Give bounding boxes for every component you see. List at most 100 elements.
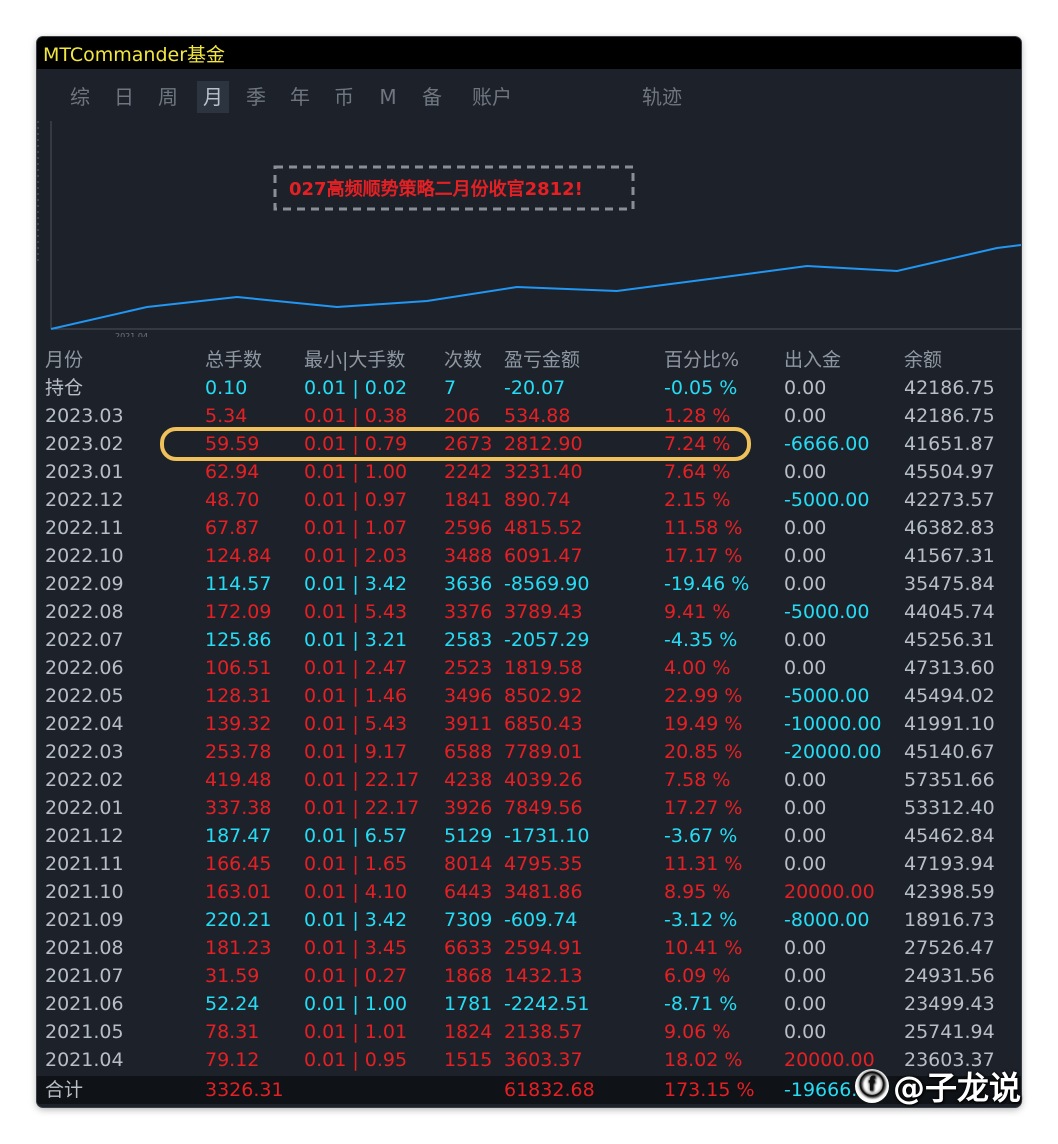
cell-minmax: 0.01 | 5.43: [304, 601, 408, 623]
cell-count: 7: [444, 377, 457, 399]
cell-balance: 57351.66: [904, 769, 995, 791]
annotation-text: 027高频顺势策略二月份收官2812!: [289, 178, 583, 200]
cell-lots: 52.24: [205, 993, 260, 1015]
header-io: 出入金: [784, 349, 842, 371]
balance-chart-svg: 2021.04027高频顺势策略二月份收官2812!: [37, 121, 1021, 341]
cell-count: 2673: [444, 433, 493, 455]
table-row: 2022.07 125.86 0.01 | 3.21 2583 -2057.29 -4.3…: [37, 626, 1021, 654]
cell-pl: 2812.90: [504, 433, 583, 455]
cell-minmax: 0.01 | 9.17: [304, 741, 408, 763]
balance-trend-line: [50, 244, 1021, 330]
table-row: 2022.01 337.38 0.01 | 22.17 3926 7849.56 17.2…: [37, 794, 1021, 822]
cell-balance: 42398.59: [904, 881, 995, 903]
cell-pl: 3481.86: [504, 881, 583, 903]
total-pl: 61832.68: [504, 1079, 595, 1101]
cell-io: -5000.00: [784, 489, 870, 511]
cell-balance: 42186.75: [904, 377, 995, 399]
cell-pl: 6850.43: [504, 713, 583, 735]
cell-lots: 337.38: [205, 797, 272, 819]
total-io: -19666.: [784, 1079, 858, 1101]
cell-pct: -3.12 %: [664, 909, 738, 931]
cell-minmax: 0.01 | 2.03: [304, 545, 408, 567]
cell-minmax: 0.01 | 1.46: [304, 685, 408, 707]
tab-8[interactable]: 备: [419, 81, 445, 113]
cell-pct: 17.27 %: [664, 797, 743, 819]
cell-pct: 19.49 %: [664, 713, 743, 735]
header-lots: 总手数: [205, 349, 263, 371]
cell-pl: -1731.10: [504, 825, 590, 847]
cell-pct: 10.41 %: [664, 937, 743, 959]
cell-pl: 2594.91: [504, 937, 583, 959]
cell-minmax: 0.01 | 1.00: [304, 461, 408, 483]
tab-0[interactable]: 综: [67, 81, 93, 113]
tab-6[interactable]: 币: [331, 81, 357, 113]
cell-lots: 5.34: [205, 405, 248, 427]
cell-count: 2596: [444, 517, 493, 539]
cell-month: 持仓: [45, 377, 84, 399]
cell-io: 0.00: [784, 405, 827, 427]
cell-pct: 22.99 %: [664, 685, 743, 707]
tab-7[interactable]: M: [375, 81, 401, 113]
cell-minmax: 0.01 | 22.17: [304, 797, 420, 819]
cell-pct: 9.06 %: [664, 1021, 731, 1043]
cell-count: 8014: [444, 853, 493, 875]
cell-io: 0.00: [784, 629, 827, 651]
cell-pct: 7.24 %: [664, 433, 731, 455]
cell-lots: 163.01: [205, 881, 272, 903]
cell-io: 0.00: [784, 937, 827, 959]
tab-5[interactable]: 年: [287, 81, 313, 113]
cell-minmax: 0.01 | 0.38: [304, 405, 408, 427]
cell-io: 0.00: [784, 797, 827, 819]
cell-pct: 11.31 %: [664, 853, 743, 875]
table-row: 2021.06 52.24 0.01 | 1.00 1781 -2242.51 -8.71…: [37, 990, 1021, 1018]
cell-balance: 23499.43: [904, 993, 995, 1015]
cell-minmax: 0.01 | 3.42: [304, 573, 408, 595]
table-row: 2021.12 187.47 0.01 | 6.57 5129 -1731.10 -3.6…: [37, 822, 1021, 850]
cell-pl: 534.88: [504, 405, 571, 427]
watermark-text: @子龙说: [893, 1069, 1022, 1107]
cell-month: 2022.07: [45, 629, 124, 651]
cell-minmax: 0.01 | 3.21: [304, 629, 408, 651]
total-lots: 3326.31: [205, 1079, 284, 1101]
cell-month: 2023.02: [45, 433, 124, 455]
cell-month: 2022.08: [45, 601, 124, 623]
cell-count: 6588: [444, 741, 493, 763]
cell-balance: 41651.87: [904, 433, 995, 455]
cell-count: 1841: [444, 489, 493, 511]
cell-minmax: 0.01 | 0.79: [304, 433, 408, 455]
cell-pct: 4.00 %: [664, 657, 731, 679]
cell-pl: 4815.52: [504, 517, 583, 539]
cell-month: 2022.04: [45, 713, 124, 735]
cell-count: 6443: [444, 881, 493, 903]
cell-balance: 42273.57: [904, 489, 995, 511]
cell-lots: 106.51: [205, 657, 272, 679]
cell-io: 0.00: [784, 517, 827, 539]
cell-lots: 166.45: [205, 853, 272, 875]
cell-month: 2023.03: [45, 405, 124, 427]
cell-pct: 17.17 %: [664, 545, 743, 567]
tab-10[interactable]: 轨迹: [639, 81, 685, 113]
balance-chart: 2021.04 027高频顺势策略二月份收官2812!: [37, 115, 1021, 341]
tab-3[interactable]: 月: [197, 81, 229, 113]
cell-lots: 48.70: [205, 489, 260, 511]
table-header-row: 月份 总手数 最小|大手数 次数 盈亏金额 百分比% 出入金 余额: [37, 346, 1021, 374]
cell-pl: 3603.37: [504, 1049, 583, 1071]
period-tab-bar: 综日周月季年币 M 备账户 轨迹: [37, 69, 1021, 115]
cell-count: 3926: [444, 797, 493, 819]
cell-month: 2021.07: [45, 965, 124, 987]
cell-pct: -0.05 %: [664, 377, 738, 399]
cell-lots: 220.21: [205, 909, 272, 931]
cell-pl: 3789.43: [504, 601, 583, 623]
cell-pl: 4795.35: [504, 853, 583, 875]
tab-9[interactable]: 账户: [469, 81, 515, 113]
cell-minmax: 0.01 | 0.27: [304, 965, 408, 987]
watermark-logo-icon: ⓕ: [855, 1069, 889, 1103]
tab-4[interactable]: 季: [243, 81, 269, 113]
cell-count: 3496: [444, 685, 493, 707]
title-bar: MTCommander基金: [37, 37, 1021, 69]
table-row: 2022.06 106.51 0.01 | 2.47 2523 1819.58 4.00 …: [37, 654, 1021, 682]
table-row: 2022.02 419.48 0.01 | 22.17 4238 4039.26 7.58…: [37, 766, 1021, 794]
cell-count: 7309: [444, 909, 493, 931]
tab-1[interactable]: 日: [111, 81, 137, 113]
tab-2[interactable]: 周: [155, 81, 181, 113]
